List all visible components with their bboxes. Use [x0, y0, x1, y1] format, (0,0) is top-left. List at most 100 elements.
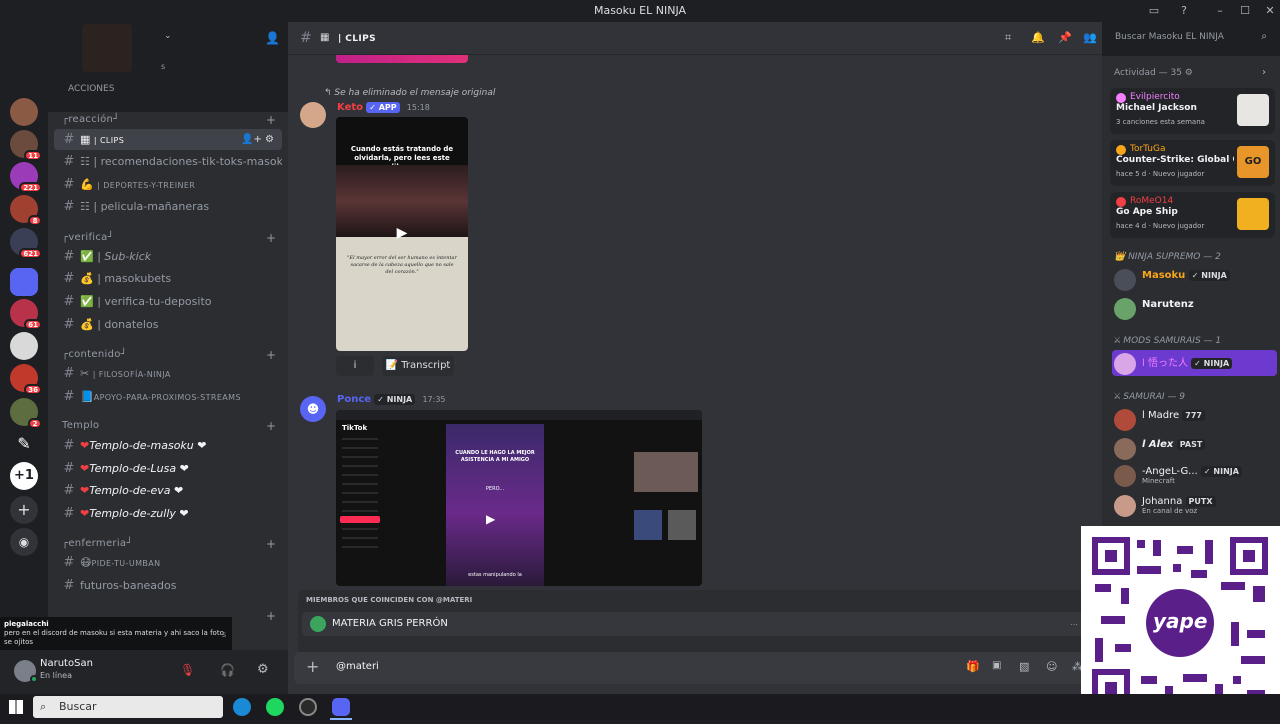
pin-icon[interactable]: 📌 [1058, 31, 1072, 44]
server-icon[interactable]: 2 [10, 398, 42, 429]
mic-muted-icon[interactable]: 🎙 [180, 663, 195, 677]
info-button[interactable]: i [336, 356, 374, 376]
avatar[interactable] [300, 102, 326, 128]
category-contenido[interactable]: ┌contenido┘ [62, 349, 127, 360]
obs-icon[interactable] [299, 698, 317, 716]
member-item[interactable]: l 悟った人 ✓ NINJA [1112, 350, 1277, 376]
channel-templo-masoku[interactable]: # ❤Templo-de-masoku ❤ [54, 435, 282, 456]
play-icon[interactable]: ▶ [392, 223, 412, 243]
activity-card[interactable]: Evilpiercito Michael Jackson 3 canciones… [1110, 88, 1275, 134]
screenshot-embed[interactable]: TikTok CUANDO LE HAGO LA MEJOR ASISTENCI… [336, 410, 702, 586]
channel-filosofia[interactable]: # ✂ | FILOSOFÍA-NINJA [54, 363, 282, 384]
folder-icon[interactable] [10, 268, 38, 296]
transcript-button[interactable]: 📝 Transcript [382, 356, 454, 376]
server-icon[interactable]: 36 [10, 364, 42, 395]
add-channel-icon[interactable]: + [266, 419, 276, 433]
server-icon[interactable] [10, 332, 38, 360]
channel-verifica-deposito[interactable]: # ✅ | verifica-tu-deposito [54, 291, 282, 312]
add-channel-icon[interactable]: + [266, 537, 276, 551]
server-icon[interactable]: 8 [10, 195, 42, 226]
server-icon[interactable]: 61 [10, 299, 42, 330]
channel-deportes[interactable]: # 💪 | DEPORTES-Y-TREINER [54, 174, 282, 195]
chevron-down-icon[interactable]: ⌄ [164, 31, 172, 41]
play-icon[interactable]: ▶ [486, 512, 495, 526]
author-name[interactable]: Ponce [337, 394, 371, 405]
channel-recomendaciones[interactable]: # ☷ | recomendaciones-tik-toks-masoku [54, 151, 282, 172]
headphones-icon[interactable]: 🎧 [220, 663, 235, 677]
bell-icon[interactable]: 🔔 [1031, 31, 1045, 44]
member-item[interactable]: l Alex PAST [1112, 435, 1277, 461]
channel-icon: ☷ [80, 155, 90, 168]
user-settings-icon[interactable]: ⚙ [257, 662, 269, 677]
channel-clips[interactable]: # ▦ | CLIPS 👤+ ⚙ [54, 129, 282, 150]
add-attachment-icon[interactable]: + [306, 658, 319, 676]
threads-icon[interactable]: ⌗ [1005, 31, 1011, 45]
avatar [1114, 269, 1136, 291]
maximize-button[interactable]: ☐ [1237, 3, 1253, 19]
add-channel-icon[interactable]: + [266, 231, 276, 245]
inbox-icon[interactable]: ▭ [1146, 3, 1162, 19]
server-icon[interactable] [10, 98, 38, 126]
windows-start-icon[interactable] [9, 700, 23, 714]
add-channel-icon[interactable]: + [266, 609, 276, 623]
category-templo[interactable]: Templo [62, 420, 99, 431]
member-item[interactable]: Masoku ✓ NINJA [1112, 266, 1277, 292]
kick-icon[interactable]: ✎ [10, 430, 38, 458]
channel-apoyo[interactable]: # 📘APOYO-PARA-PROXIMOS-STREAMS [54, 386, 282, 407]
search-input[interactable]: Buscar Masoku EL NINJA ⌕ [1109, 28, 1273, 48]
category-reaccion[interactable]: ┌reacción┘ [62, 114, 119, 125]
video-embed[interactable]: Cuando estás tratando de olvidarla, pero… [336, 117, 468, 351]
channel-sub-kick[interactable]: # ✅ | Sub-kick [54, 246, 282, 267]
member-item[interactable]: Narutenz [1112, 295, 1277, 321]
member-list-icon[interactable]: 👥 [1083, 31, 1097, 44]
server-icon[interactable]: +1 [10, 462, 38, 490]
channel-templo-eva[interactable]: # ❤Templo-de-eva ❤ [54, 480, 282, 501]
mention-option[interactable]: MATERIA GRIS PERRÓN ... [302, 612, 1088, 636]
server-icon[interactable]: 11 [10, 130, 42, 161]
channel-masokubets[interactable]: # 💰 | masokubets [54, 268, 282, 289]
activity-card[interactable]: TorTuGa Counter-Strike: Global Off... ha… [1110, 140, 1275, 186]
channel-pelicula[interactable]: # ☷ | pelicula-mañaneras [54, 196, 282, 217]
discord-avatar-icon[interactable]: ☻ [300, 396, 326, 422]
previous-embed-image[interactable] [336, 55, 468, 63]
member-item[interactable]: -AngeL-G... ✓ NINJA Minecraft [1112, 462, 1277, 488]
add-channel-icon[interactable]: + [266, 113, 276, 127]
message-input[interactable]: @materi [336, 661, 379, 672]
spotify-icon[interactable] [266, 698, 284, 716]
channel-templo-lusa[interactable]: # ❤Templo-de-Lusa ❤ [54, 458, 282, 479]
minimize-button[interactable]: – [1212, 3, 1228, 19]
channel-donatelos[interactable]: # 💰 | donatelos [54, 314, 282, 335]
discord-icon[interactable] [332, 698, 350, 716]
server-icon[interactable]: 621 [10, 228, 42, 259]
member-item[interactable]: Johanna PUTX En canal de voz [1112, 492, 1277, 518]
taskbar-search[interactable]: ⌕ Buscar [33, 696, 223, 718]
author-name[interactable]: Keto [337, 102, 363, 113]
username[interactable]: NarutoSan [40, 658, 93, 669]
channel-label: Templo-de-Lusa ❤ [89, 462, 189, 475]
discover-icon[interactable]: ◉ [10, 528, 38, 556]
sticker-icon[interactable]: ▧ [1019, 660, 1029, 673]
server-icon[interactable]: 221 [10, 162, 42, 193]
channel-pide-tu-umban[interactable]: # 😷PIDE-TU-UMBAN [54, 552, 282, 573]
hash-icon: # [300, 30, 312, 46]
channel-futuros-baneados[interactable]: # futuros-baneados [54, 575, 282, 596]
member-item[interactable]: l Madre 777 [1112, 406, 1277, 432]
tiktok-caption: CUANDO LE HAGO LA MEJOR ASISTENCIA A MI … [455, 450, 535, 463]
gift-icon[interactable]: 🎁 [966, 660, 980, 673]
settings-icon[interactable]: 👤+ ⚙ [241, 129, 274, 150]
add-member-icon[interactable]: 👤 [265, 31, 280, 45]
server-header[interactable]: s ⌄ ACCIONES 👤 [48, 22, 288, 112]
category-enfermeria[interactable]: ┌enfermeria┘ [62, 538, 133, 549]
help-icon[interactable]: ? [1176, 3, 1192, 19]
tiktok-video: CUANDO LE HAGO LA MEJOR ASISTENCIA A MI … [446, 424, 544, 586]
chevron-right-icon[interactable]: › [1262, 67, 1266, 78]
gif-icon[interactable]: ▣ [992, 660, 1001, 671]
add-channel-icon[interactable]: + [266, 348, 276, 362]
add-server-icon[interactable]: + [10, 496, 38, 524]
close-button[interactable]: ✕ [1262, 3, 1278, 19]
activity-card[interactable]: RoMeO14 Go Ape Ship hace 4 d · Nuevo jug… [1110, 192, 1275, 238]
edge-icon[interactable] [233, 698, 251, 716]
channel-templo-zully[interactable]: # ❤Templo-de-zully ❤ [54, 503, 282, 524]
category-verifica[interactable]: ┌verifica┘ [62, 232, 114, 243]
emoji-icon[interactable]: ☺ [1046, 660, 1057, 673]
